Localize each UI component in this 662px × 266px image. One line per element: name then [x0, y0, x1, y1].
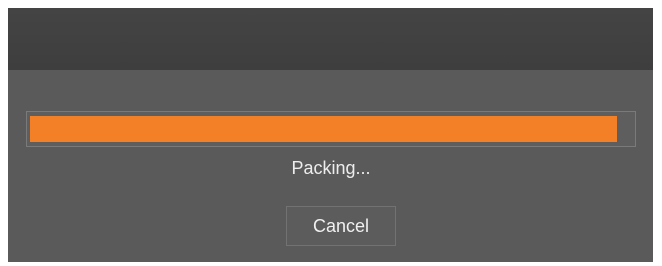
status-label: Packing... — [291, 158, 371, 178]
packing-dialog: Packing... Cancel — [8, 8, 653, 262]
progress-bar-fill — [30, 116, 617, 142]
progress-bar — [26, 111, 636, 147]
dialog-titlebar — [8, 8, 653, 70]
cancel-button[interactable]: Cancel — [286, 206, 396, 246]
